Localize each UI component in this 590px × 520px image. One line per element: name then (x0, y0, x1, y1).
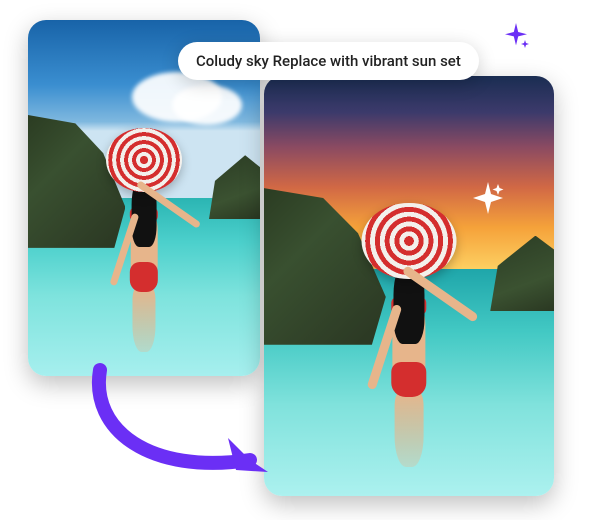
person-figure (354, 185, 464, 479)
prompt-text: Coludy sky Replace with vibrant sun set (196, 52, 461, 70)
sparkle-accent-icon (502, 22, 530, 50)
after-image-card (264, 76, 554, 496)
person-figure (100, 113, 188, 362)
after-scene (264, 76, 554, 496)
prompt-pill: Coludy sky Replace with vibrant sun set (178, 42, 479, 80)
sparkle-icon (470, 180, 506, 216)
transform-arrow-icon (80, 360, 300, 490)
